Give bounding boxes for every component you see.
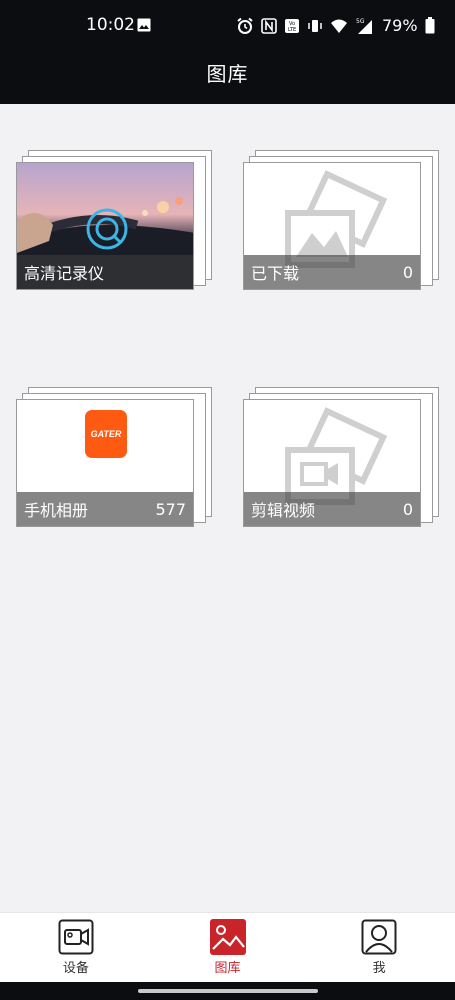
- album-footer: 手机相册 577: [17, 492, 193, 526]
- gallery-content: 高清记录仪 已下载 0 GATER 手机相册 577 剪辑视频 0: [0, 104, 455, 912]
- home-indicator[interactable]: [138, 989, 318, 993]
- nfc-icon: [261, 17, 277, 34]
- volte-icon: Vo LTE: [285, 18, 299, 33]
- album-downloaded[interactable]: 已下载 0: [243, 150, 439, 294]
- album-name: 手机相册: [24, 501, 89, 520]
- system-nav-bar: [0, 982, 455, 1000]
- album-count: 577: [155, 499, 186, 519]
- album-name: 已下载: [251, 264, 300, 283]
- album-edited-videos[interactable]: 剪辑视频 0: [243, 387, 439, 531]
- album-count: 0: [402, 499, 413, 519]
- gater-logo-icon: GATER: [85, 410, 127, 458]
- page-title: 图库: [206, 62, 249, 86]
- album-footer: 高清记录仪: [17, 255, 193, 289]
- album-hd-recorder[interactable]: 高清记录仪: [16, 150, 212, 294]
- camera-device-icon: [58, 919, 94, 955]
- album-footer: 剪辑视频 0: [244, 492, 420, 526]
- album-cover: 已下载 0: [243, 162, 421, 290]
- status-time: 10:02: [86, 15, 135, 35]
- album-cover: 高清记录仪: [16, 162, 194, 290]
- vibrate-icon: [308, 19, 322, 32]
- battery-icon: [425, 17, 435, 34]
- nav-label-me: 我: [372, 961, 386, 976]
- nav-label-gallery: 图库: [214, 961, 241, 976]
- signal-5g-icon: 5G: [356, 18, 372, 34]
- album-cover: 剪辑视频 0: [243, 399, 421, 527]
- nav-item-device[interactable]: 设备: [0, 913, 152, 983]
- gallery-icon: [209, 919, 246, 955]
- nav-item-me[interactable]: 我: [303, 913, 455, 983]
- album-name: 剪辑视频: [251, 501, 316, 520]
- album-footer: 已下载 0: [244, 255, 420, 289]
- album-count: 0: [402, 262, 413, 282]
- image-icon: [137, 18, 151, 32]
- album-phone-photos[interactable]: GATER 手机相册 577: [16, 387, 212, 531]
- title-bar: 图库: [0, 52, 455, 104]
- album-cover: GATER 手机相册 577: [16, 399, 194, 527]
- svg-text:5G: 5G: [356, 18, 365, 25]
- album-name: 高清记录仪: [24, 264, 105, 283]
- nav-label-device: 设备: [62, 961, 89, 976]
- status-bar: 10:02 Vo LTE 5G 79%: [0, 0, 455, 52]
- battery-text: 79%: [382, 16, 418, 35]
- bottom-nav: 设备 图库 我: [0, 912, 455, 983]
- wifi-icon: [331, 19, 347, 33]
- svg-text:LTE: LTE: [288, 27, 296, 33]
- alarm-icon: [237, 17, 253, 34]
- status-icons: Vo LTE 5G 79%: [236, 16, 435, 35]
- nav-item-gallery[interactable]: 图库: [152, 913, 304, 983]
- logo-text: GATER: [90, 429, 122, 439]
- profile-icon: [361, 919, 397, 955]
